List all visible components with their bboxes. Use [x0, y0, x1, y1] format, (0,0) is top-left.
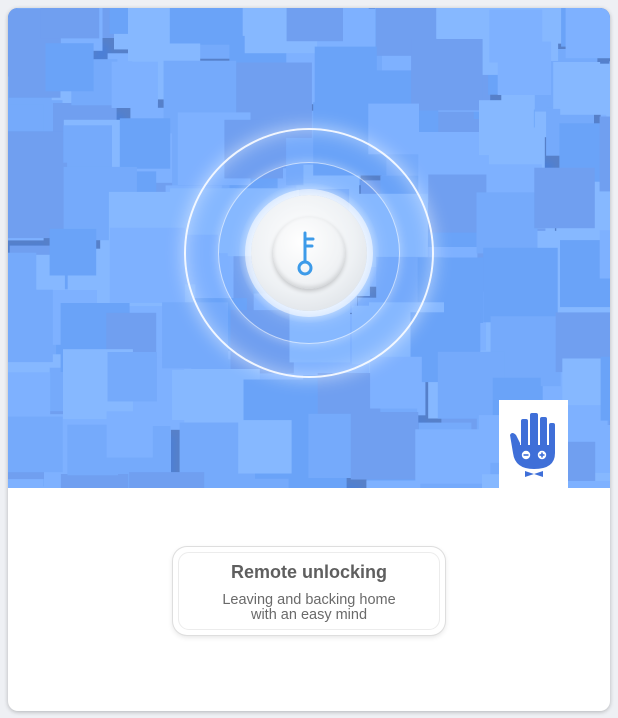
background-tile [119, 118, 171, 169]
background-tile [286, 8, 343, 42]
background-tile [129, 472, 205, 488]
feature-caption: Remote unlocking Leaving and backing hom… [173, 547, 445, 635]
hero-banner [8, 8, 610, 488]
key-icon [297, 231, 315, 276]
background-tile [8, 416, 63, 473]
background-tile [479, 100, 534, 156]
remote-unlock-button[interactable] [251, 195, 367, 311]
background-tile [238, 420, 292, 474]
background-tile [420, 483, 489, 488]
feature-subtitle-line1: Leaving and backing home [222, 592, 396, 608]
background-tile [107, 352, 157, 402]
background-tile [111, 61, 158, 108]
background-tile [40, 8, 100, 39]
background-tile [45, 43, 94, 92]
feature-subtitle-line2: with an easy mind [250, 607, 368, 623]
hand-robot-logo-icon [510, 413, 555, 477]
background-tile [600, 356, 610, 421]
feature-subtitle: Leaving and backing home with an easy mi… [173, 593, 445, 623]
background-tile [169, 8, 230, 44]
background-tile [599, 230, 610, 279]
background-tile [534, 167, 595, 229]
unlock-button-face[interactable] [273, 217, 345, 289]
background-tile [8, 289, 53, 363]
background-tile [483, 247, 558, 323]
background-tile [60, 474, 129, 488]
background-tile [497, 41, 552, 95]
feature-card: Remote unlocking Leaving and backing hom… [8, 8, 610, 711]
background-tile [350, 412, 419, 480]
background-tile [49, 228, 97, 276]
background-tile [599, 116, 610, 192]
background-tile [560, 63, 610, 115]
background-tile [565, 8, 610, 59]
background-tile [476, 192, 538, 254]
unlock-control [184, 128, 434, 378]
background-tile [63, 125, 112, 174]
background-tile [411, 39, 483, 111]
background-tile [8, 162, 68, 239]
brand-logo [499, 400, 568, 488]
feature-title: Remote unlocking [230, 562, 387, 582]
background-tile [106, 411, 153, 458]
